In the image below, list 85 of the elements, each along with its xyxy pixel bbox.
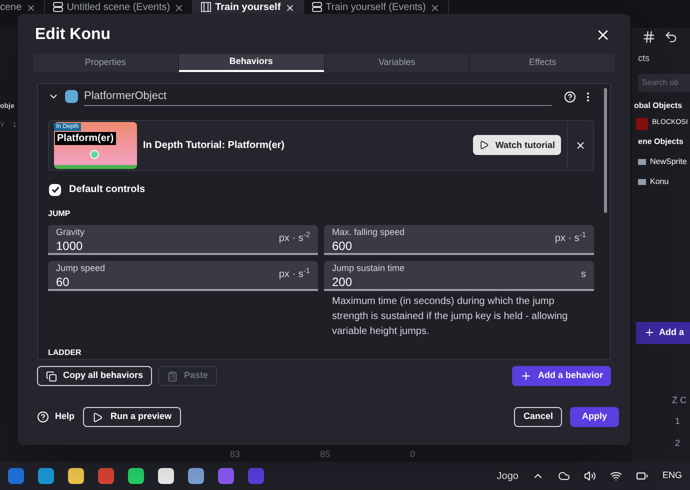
run-preview-button[interactable]: Run a preview: [82, 407, 181, 427]
section-title: obal Objects: [633, 100, 684, 112]
dialog-title: Edit Konu: [34, 25, 111, 45]
help-icon: [37, 411, 49, 423]
section-title: ene Objects: [637, 136, 684, 148]
battery-icon[interactable]: [636, 470, 648, 482]
dialog-tab[interactable]: Variables: [324, 54, 470, 72]
list-icon: [52, 2, 63, 12]
plus-icon: [520, 370, 532, 382]
behavior-name-field[interactable]: PlatformerObject: [84, 88, 552, 106]
copy-behaviors-button[interactable]: Copy all behaviors: [37, 366, 152, 386]
apply-button[interactable]: Apply: [570, 407, 619, 427]
field-value: 60: [56, 275, 70, 290]
film-icon: [201, 2, 212, 12]
play-icon: [479, 140, 490, 150]
copy-icon: [46, 370, 57, 382]
app-icon[interactable]: [158, 468, 174, 484]
unit-label: px · s$^{-2}$: [278, 231, 310, 246]
add-object-button[interactable]: Add a: [636, 322, 690, 344]
undo-icon[interactable]: [664, 30, 678, 44]
clipboard-icon: [167, 370, 178, 382]
add-behavior-button[interactable]: Add a behavior: [512, 366, 611, 386]
dialog-tab[interactable]: Effects: [470, 54, 615, 72]
app-icon[interactable]: [68, 468, 84, 484]
close-icon[interactable]: [174, 3, 184, 13]
plus-icon: [644, 327, 655, 338]
close-icon[interactable]: [26, 3, 36, 13]
object-thumbnail: [638, 178, 646, 184]
table-cell-text: 2: [674, 436, 682, 450]
field-label: Max. falling speed: [332, 228, 405, 237]
cloud-icon[interactable]: [558, 470, 570, 482]
help-text: Maximum time (in seconds) during which the jump strength is sustained if the jump key is held - allowing variable height jumps.: [331, 295, 569, 339]
number-field[interactable]: Jump speed 60 px · s$^{-1}$: [48, 261, 318, 291]
scrollbar-thumb[interactable]: [604, 88, 607, 213]
dialog-tab[interactable]: Behaviors: [178, 54, 324, 72]
close-icon[interactable]: [430, 3, 440, 13]
section-heading: LADDER: [48, 347, 82, 359]
field-label: Jump sustain time: [332, 264, 405, 273]
number-field[interactable]: Max. falling speed 600 px · s$^{-1}$: [324, 225, 594, 255]
panel-header: cts: [637, 52, 651, 65]
tab-label: Untitled scene (Events): [66, 2, 170, 14]
check-icon: [50, 185, 60, 194]
field-value: 200: [332, 275, 352, 290]
table-cell-text: 85: [320, 448, 330, 460]
help-button[interactable]: Help: [37, 407, 75, 427]
column-header: Z C: [671, 394, 688, 406]
tutorial-title: In Depth Tutorial: Platform(er): [143, 138, 286, 153]
unit-label: s: [581, 268, 586, 282]
behavior-icon: [65, 90, 78, 104]
field-value: 600: [332, 239, 352, 254]
object-name[interactable]: Konu: [650, 176, 669, 188]
field-label: Gravity: [56, 228, 85, 237]
section-heading: JUMP: [48, 208, 72, 220]
object-thumbnail: [638, 158, 646, 164]
checkbox[interactable]: [49, 184, 61, 196]
tab-label: cene: [0, 2, 22, 14]
dialog-tab[interactable]: Properties: [33, 54, 178, 72]
help-icon[interactable]: [564, 90, 576, 103]
list-icon: [312, 2, 322, 12]
field-label: Jump speed: [56, 264, 106, 273]
object-name[interactable]: NewSprite: [650, 156, 687, 168]
speaker-icon[interactable]: [584, 470, 596, 482]
play-icon: [92, 412, 103, 422]
character-icon: [90, 150, 99, 159]
number-field[interactable]: Gravity 1000 px · s$^{-2}$: [48, 225, 318, 255]
unit-label: px · s$^{-1}$: [554, 231, 586, 246]
grid-icon[interactable]: [642, 30, 656, 44]
field-value: 1000: [56, 239, 83, 254]
language-label[interactable]: ENG: [662, 469, 682, 483]
table-cell-text: 0: [410, 448, 416, 460]
weather-label[interactable]: Jogo: [496, 468, 518, 484]
tab-label: Train yourself (Events): [326, 2, 426, 14]
watch-tutorial-button[interactable]: Watch tutorial: [473, 135, 561, 156]
app-icon[interactable]: [188, 468, 204, 484]
tab-label: Train yourself: [215, 2, 281, 14]
checkbox-label: Default controls: [69, 183, 146, 197]
number-field[interactable]: Jump sustain time 200 s: [324, 261, 594, 291]
thumbnail-title: Platform(er): [55, 132, 116, 145]
table-cell-text: 83: [230, 448, 240, 460]
cancel-button[interactable]: Cancel: [514, 407, 562, 427]
close-icon[interactable]: [575, 140, 586, 151]
table-cell-text: 1: [674, 415, 682, 428]
unit-label: px · s$^{-1}$: [278, 267, 310, 282]
close-icon[interactable]: [284, 3, 295, 13]
app-icon[interactable]: [128, 468, 144, 484]
